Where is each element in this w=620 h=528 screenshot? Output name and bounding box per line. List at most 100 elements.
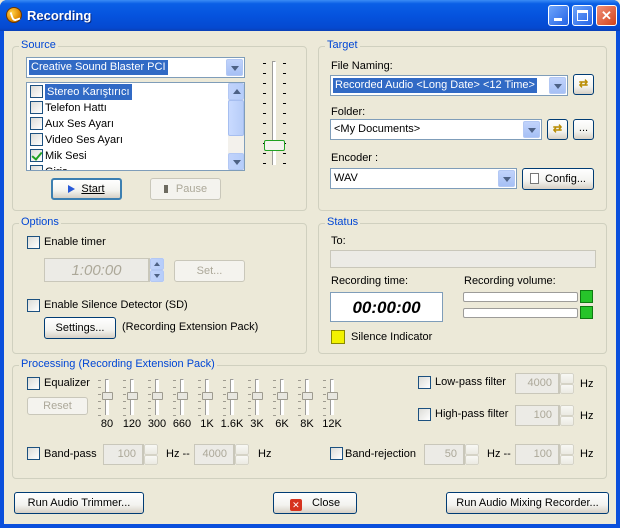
- source-input-checkbox[interactable]: [30, 149, 43, 162]
- highpass-value: 100: [533, 409, 552, 421]
- eq-tick: [323, 380, 326, 381]
- lowpass-checkbox[interactable]: [418, 376, 431, 389]
- bandpass-high-input[interactable]: 4000: [194, 444, 234, 465]
- start-button[interactable]: Start: [51, 178, 122, 200]
- slider-tick: [283, 113, 286, 114]
- scroll-thumb[interactable]: [228, 100, 244, 136]
- chevron-down-icon[interactable]: [523, 121, 540, 138]
- title-bar[interactable]: Recording ✕: [0, 0, 620, 31]
- eq-band-slider[interactable]: [302, 392, 313, 400]
- highpass-label: High-pass filter: [435, 408, 509, 420]
- spin-up-icon[interactable]: [560, 405, 574, 416]
- highpass-spinner[interactable]: [559, 405, 574, 426]
- eq-tick: [248, 401, 251, 402]
- eq-tick: [173, 387, 176, 388]
- eq-band-slider[interactable]: [177, 392, 188, 400]
- bandpass-label: Band-pass: [44, 448, 97, 460]
- source-input-checkbox[interactable]: [30, 101, 43, 114]
- bandrejection-checkbox[interactable]: [330, 447, 343, 460]
- source-device-select[interactable]: Creative Sound Blaster PCI: [26, 57, 245, 78]
- spin-down-icon[interactable]: [144, 454, 158, 465]
- bandrejection-low-spinner[interactable]: [464, 444, 479, 465]
- highpass-input[interactable]: 100: [515, 405, 559, 426]
- scroll-up-arrow[interactable]: [228, 83, 244, 100]
- eq-band-slider[interactable]: [152, 392, 163, 400]
- source-list-scrollbar[interactable]: [228, 83, 244, 170]
- spin-down-icon[interactable]: [560, 383, 574, 394]
- spin-up-icon[interactable]: [150, 258, 164, 270]
- spin-up-icon[interactable]: [560, 373, 574, 384]
- eq-tick: [298, 387, 301, 388]
- pause-button[interactable]: Pause: [150, 178, 221, 200]
- eq-tick: [198, 387, 201, 388]
- spin-up-icon[interactable]: [560, 444, 574, 455]
- equalizer-checkbox[interactable]: [27, 377, 40, 390]
- close-button[interactable]: ✕ Close: [273, 492, 357, 514]
- bandpass-low-spinner[interactable]: [143, 444, 158, 465]
- scroll-down-arrow[interactable]: [228, 153, 244, 170]
- chevron-down-icon[interactable]: [226, 59, 243, 76]
- run-audio-trimmer-button[interactable]: Run Audio Trimmer...: [14, 492, 144, 514]
- silence-indicator-led: [331, 330, 345, 344]
- spin-down-icon[interactable]: [150, 270, 164, 282]
- eq-tick: [148, 415, 151, 416]
- minimize-button[interactable]: [548, 5, 569, 26]
- close-window-button[interactable]: ✕: [596, 5, 617, 26]
- eq-tick: [198, 415, 201, 416]
- spin-up-icon[interactable]: [465, 444, 479, 455]
- chevron-down-icon[interactable]: [498, 170, 515, 187]
- source-input-checkbox[interactable]: [30, 165, 43, 170]
- timer-input[interactable]: 1:00:00: [44, 258, 149, 282]
- bandrejection-low-input[interactable]: 50: [424, 444, 464, 465]
- bandpass-low-input[interactable]: 100: [103, 444, 143, 465]
- spin-up-icon[interactable]: [235, 444, 249, 455]
- source-input-checkbox[interactable]: [30, 133, 43, 146]
- file-naming-refresh-button[interactable]: ⇄: [573, 74, 594, 95]
- eq-band-slider[interactable]: [227, 392, 238, 400]
- encoder-select[interactable]: WAV: [330, 168, 517, 189]
- config-button[interactable]: Config...: [522, 168, 594, 190]
- eq-band-slider[interactable]: [327, 392, 338, 400]
- recording-time-display: 00:00:00: [330, 292, 443, 322]
- spin-down-icon[interactable]: [560, 415, 574, 426]
- sd-settings-button[interactable]: Settings...: [44, 317, 116, 339]
- eq-band-slider[interactable]: [102, 392, 113, 400]
- eq-band-slider[interactable]: [277, 392, 288, 400]
- close-icon: ✕: [289, 499, 302, 511]
- source-volume-slider[interactable]: [264, 140, 285, 152]
- browse-folder-button[interactable]: ...: [573, 119, 594, 140]
- bandrejection-high-input[interactable]: 100: [515, 444, 559, 465]
- enable-timer-checkbox[interactable]: [27, 236, 40, 249]
- spin-down-icon[interactable]: [235, 454, 249, 465]
- set-timer-button[interactable]: Set...: [174, 260, 245, 282]
- spin-down-icon[interactable]: [465, 454, 479, 465]
- source-input-label: Aux Ses Ayarı: [45, 118, 114, 130]
- source-input-list[interactable]: Stereo Karıştırıcı Telefon Hattı Aux Ses A…: [26, 82, 245, 171]
- lowpass-spinner[interactable]: [559, 373, 574, 394]
- source-input-checkbox[interactable]: [30, 85, 43, 98]
- recording-window: Recording ✕ Source Creative Sound Blaste…: [0, 0, 620, 528]
- eq-band-slider[interactable]: [202, 392, 213, 400]
- file-naming-select[interactable]: Recorded Audio <Long Date> <12 Time>: [330, 75, 568, 96]
- spin-down-icon[interactable]: [560, 454, 574, 465]
- eq-tick: [273, 387, 276, 388]
- folder-select[interactable]: <My Documents>: [330, 119, 542, 140]
- bandpass-high-spinner[interactable]: [234, 444, 249, 465]
- maximize-button[interactable]: [572, 5, 593, 26]
- folder-refresh-button[interactable]: ⇄: [547, 119, 568, 140]
- chevron-down-icon[interactable]: [549, 77, 566, 94]
- run-audio-mixing-recorder-button[interactable]: Run Audio Mixing Recorder...: [446, 492, 609, 514]
- lowpass-input[interactable]: 4000: [515, 373, 559, 394]
- eq-band-slider[interactable]: [127, 392, 138, 400]
- spin-up-icon[interactable]: [144, 444, 158, 455]
- volume-led-right: [580, 306, 593, 319]
- highpass-checkbox[interactable]: [418, 408, 431, 421]
- timer-spinner[interactable]: [149, 258, 164, 282]
- bandrejection-high-spinner[interactable]: [559, 444, 574, 465]
- equalizer-reset-button[interactable]: Reset: [27, 397, 88, 415]
- source-input-checkbox[interactable]: [30, 117, 43, 130]
- window-title: Recording: [27, 8, 92, 23]
- bandpass-checkbox[interactable]: [27, 447, 40, 460]
- enable-silence-detector-checkbox[interactable]: [27, 299, 40, 312]
- eq-band-slider[interactable]: [252, 392, 263, 400]
